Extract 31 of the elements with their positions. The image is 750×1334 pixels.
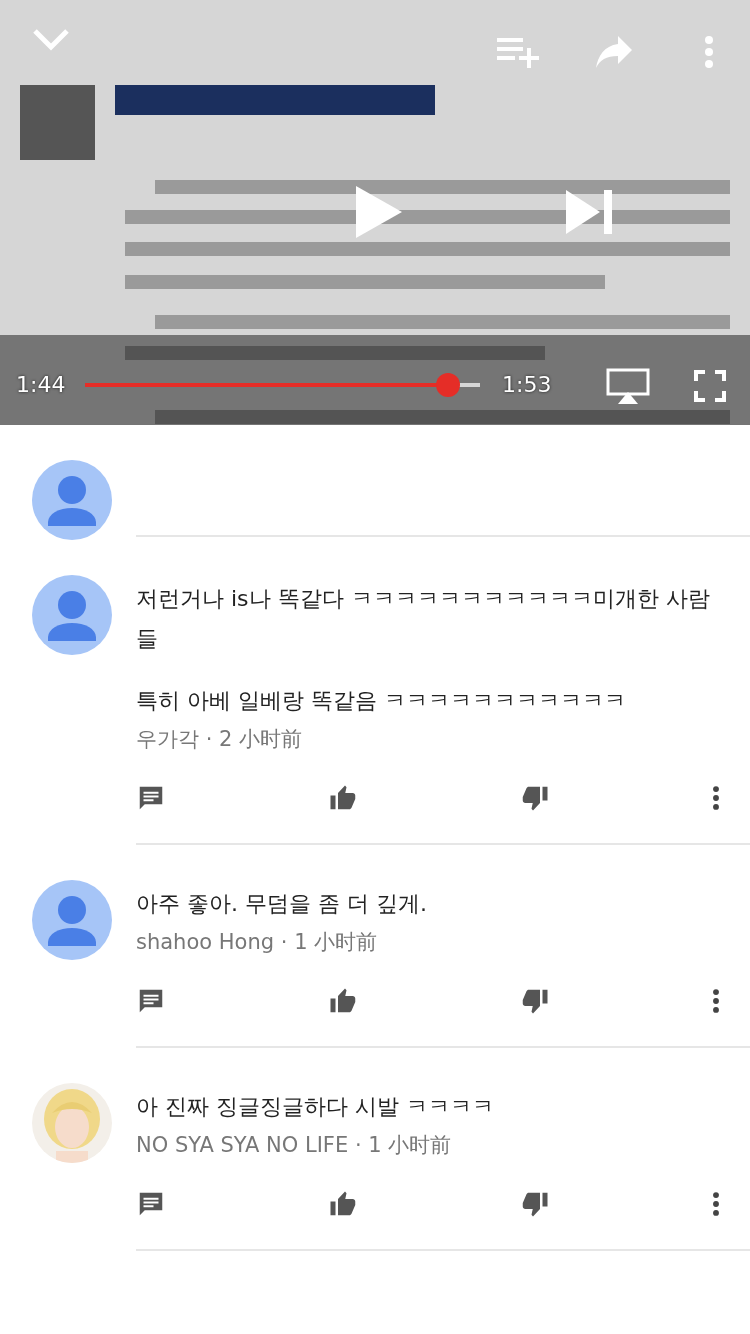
playlist-add-icon (497, 36, 539, 68)
comment-meta: shahoo Hong · 1 小时前 (136, 929, 379, 956)
more-icon (712, 1191, 720, 1217)
duration-time: 1:53 (502, 372, 552, 397)
progress-track[interactable] (85, 373, 480, 397)
play-button[interactable] (356, 186, 402, 238)
comment-meta: 우가각 · 2 小时前 (136, 726, 304, 753)
more-button[interactable] (712, 785, 720, 811)
skip-next-icon (566, 190, 614, 234)
comment-text: 아주 좋아. 무덤을 좀 더 깊게. (136, 890, 428, 918)
more-icon (712, 785, 720, 811)
fullscreen-button[interactable] (694, 370, 726, 402)
chevron-down-icon (32, 28, 70, 52)
more-icon (712, 988, 720, 1014)
comment-text: 특히 아베 일베랑 똑같음 ㅋㅋㅋㅋㅋㅋㅋㅋㅋㅋㅋ (136, 687, 627, 715)
avatar-icon (32, 460, 112, 540)
comment-meta: NO SYA SYA NO LIFE · 1 小时前 (136, 1132, 453, 1159)
next-button[interactable] (566, 190, 614, 234)
fullscreen-icon (694, 370, 726, 402)
cast-button[interactable] (606, 368, 650, 404)
avatar-icon (32, 575, 112, 655)
avatar-icon (32, 880, 112, 960)
elapsed-time: 1:44 (16, 372, 66, 397)
more-icon (703, 35, 715, 69)
cast-icon (606, 368, 650, 404)
more-button[interactable] (712, 988, 720, 1014)
comment-text: 저런거나 is나 똑같다 ㅋㅋㅋㅋㅋㅋㅋㅋㅋㅋㅋ미개한 사람들 (136, 585, 711, 653)
share-icon (596, 36, 632, 68)
comment-text: 아 진짜 징글징글하다 시발 ㅋㅋㅋㅋ (136, 1093, 495, 1121)
play-icon (356, 186, 402, 238)
more-button[interactable] (712, 1191, 720, 1217)
